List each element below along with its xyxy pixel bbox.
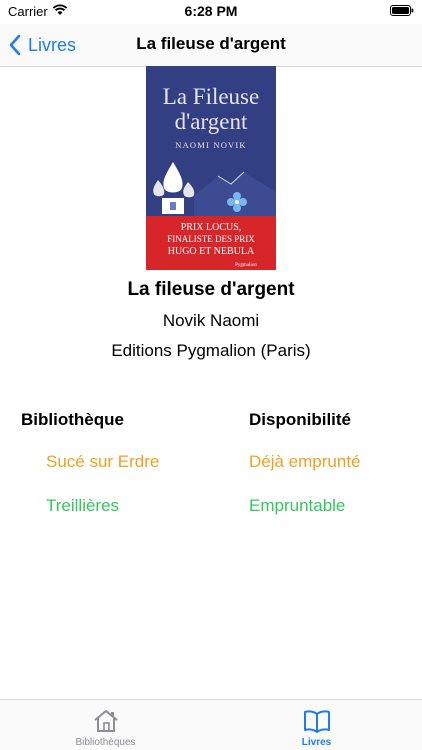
navigation-bar: Livres La fileuse d'argent [0, 24, 422, 67]
book-detail-screen: Carrier 6:28 PM Livres La fileuse d'arge… [0, 0, 422, 750]
library-column-header: Bibliothèque [21, 410, 124, 429]
book-cover-image: La Fileuse d'argent NAOMI NOVIK PRIX LOC… [146, 66, 276, 270]
tab-books-label: Livres [301, 737, 332, 748]
book-title: La fileuse d'argent [127, 279, 295, 300]
cover-title-line2: d'argent [175, 109, 248, 134]
cover-author: NAOMI NOVIK [175, 140, 247, 150]
book-icon [303, 710, 330, 733]
library-name-row-1: Sucé sur Erdre [46, 452, 160, 471]
status-bar: Carrier 6:28 PM [0, 0, 422, 24]
cover-banner-line3: HUGO ET NEBULA [168, 246, 255, 257]
cover-banner-line2: FINALISTE DES PRIX [167, 234, 255, 244]
tab-libraries[interactable]: Bibliothèques [0, 700, 211, 750]
tab-books[interactable]: Livres [211, 700, 422, 750]
tab-bar: Bibliothèques Livres [0, 699, 422, 750]
tab-libraries-label: Bibliothèques [75, 737, 136, 748]
book-publisher: Editions Pygmalion (Paris) [111, 341, 311, 360]
nav-title: La fileuse d'argent [136, 34, 286, 53]
house-icon [93, 710, 118, 732]
cover-banner-line1: PRIX LOCUS, [181, 222, 242, 233]
clock: 6:28 PM [184, 3, 238, 19]
cover-publisher-mark: Pygmalion [235, 263, 257, 268]
availability-status-row-2: Empruntable [249, 496, 346, 515]
battery-icon [390, 5, 414, 16]
cover-title-line1: La Fileuse [163, 84, 259, 109]
book-author: Novik Naomi [162, 311, 260, 330]
library-name-row-2: Treillières [46, 496, 120, 515]
availability-status-row-1: Déjà emprunté [249, 452, 361, 471]
availability-column-header: Disponibilité [249, 410, 351, 429]
